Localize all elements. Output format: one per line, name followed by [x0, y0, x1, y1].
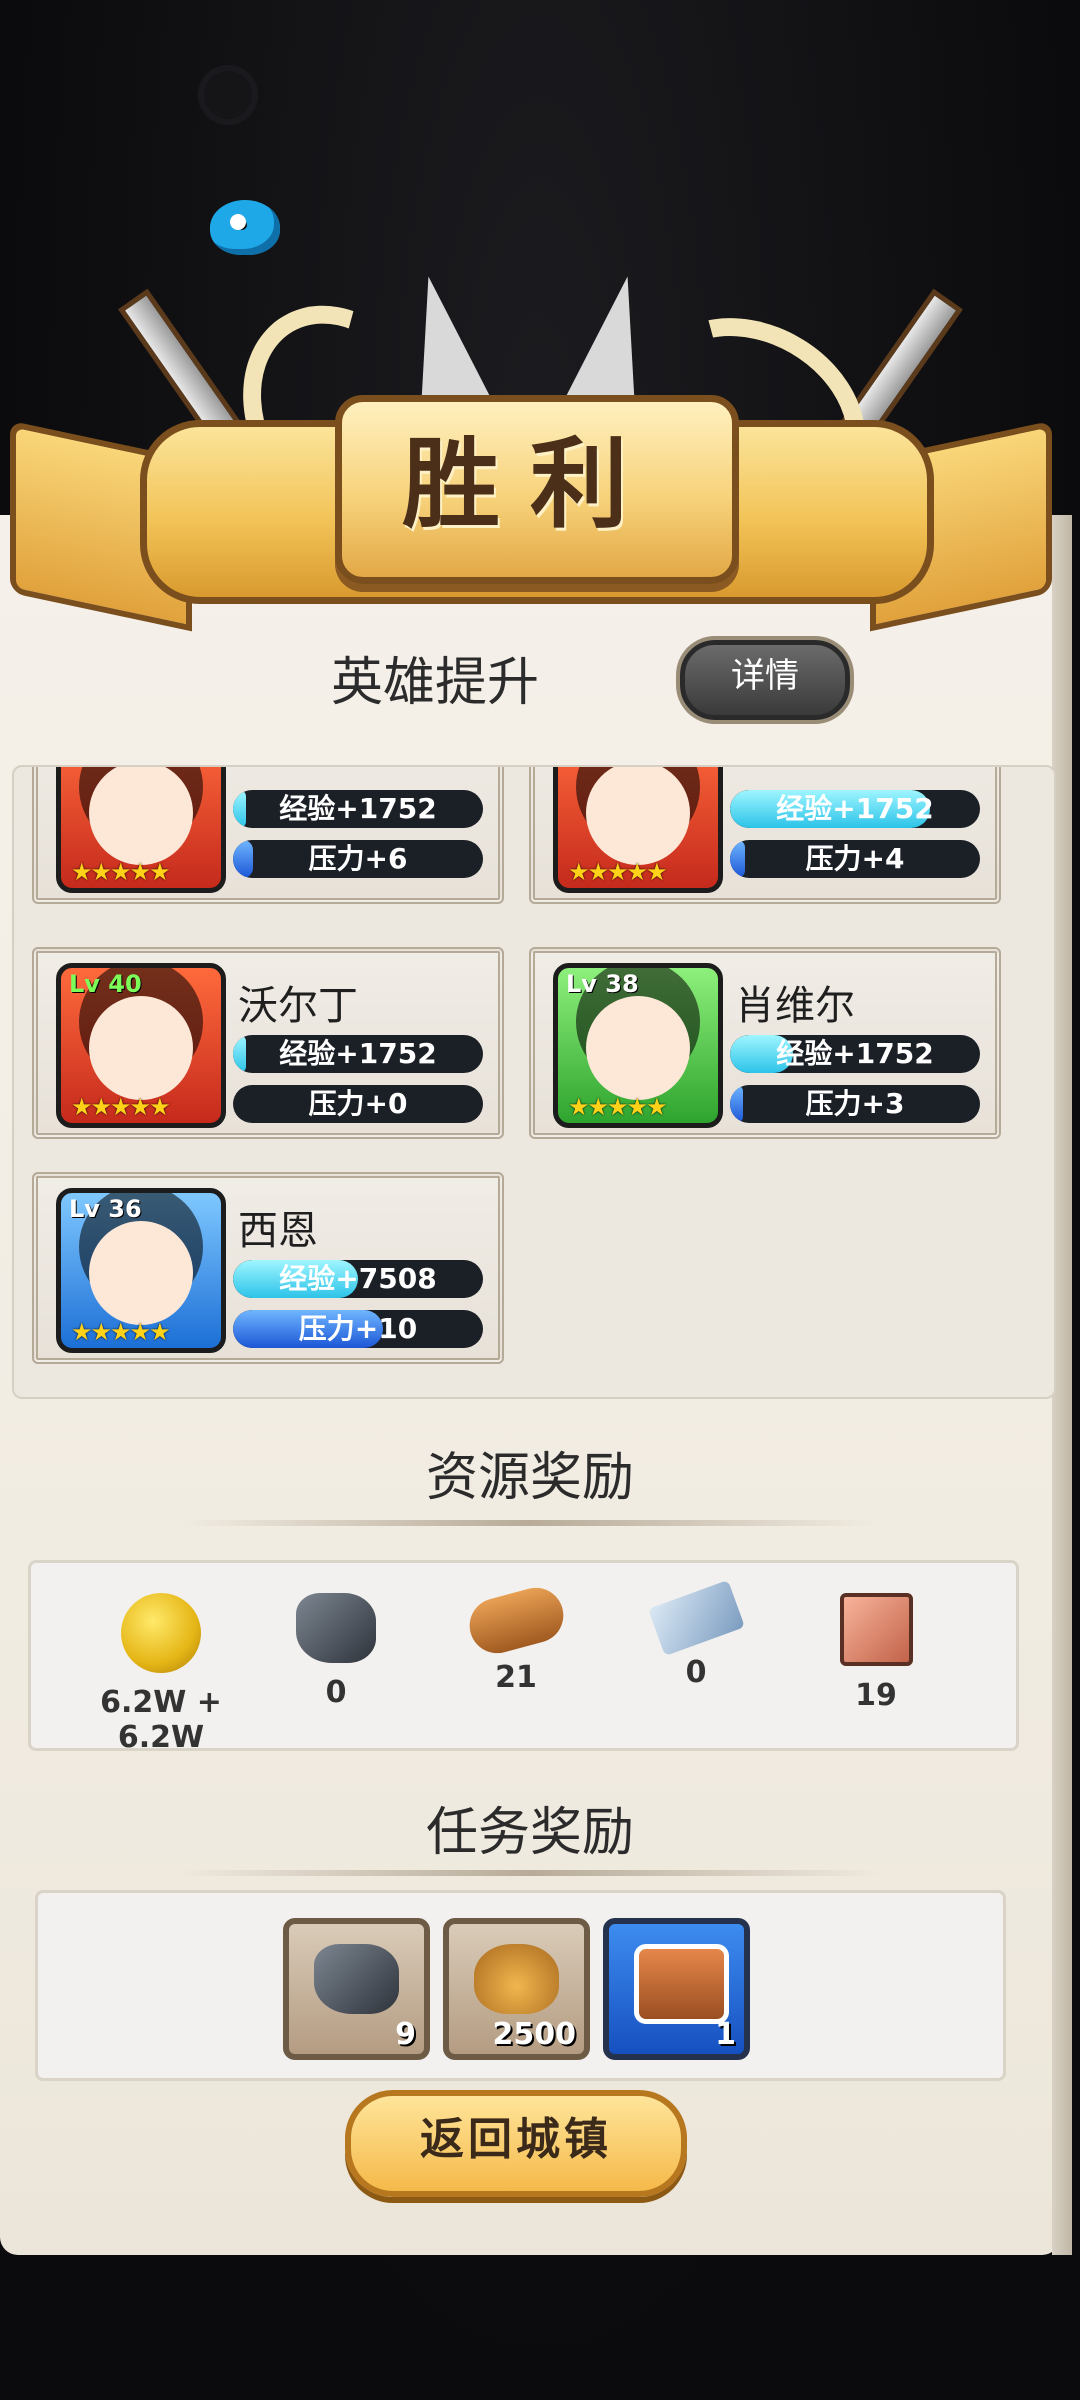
section-divider [180, 1870, 880, 1876]
ore-icon [314, 1944, 399, 2014]
exp-label: 经验+1752 [776, 1037, 934, 1070]
resource-value: 21 [495, 1660, 537, 1695]
hero-face [89, 996, 193, 1100]
resource-value: 0 [685, 1655, 707, 1690]
hero-face [89, 767, 193, 865]
exp-label: 经验+1752 [279, 792, 437, 825]
resource-item: 6.2W + 6.2W [71, 1593, 251, 1755]
reward-slot[interactable]: 9 [283, 1918, 430, 2060]
hero-face [586, 767, 690, 865]
exp-bar: 经验+1752 [233, 1035, 483, 1073]
meat-icon [839, 1593, 913, 1666]
hero-name: 西恩 [238, 1208, 318, 1254]
gold-coin-icon [121, 1593, 201, 1673]
hero-card[interactable]: Lv 38 ★★★★★ 肖维尔 经验+1752 压力+3 [529, 947, 1001, 1139]
hero-level: Lv 40 [69, 970, 142, 998]
pressure-bar: 压力+6 [233, 840, 483, 878]
resource-item: 0 [246, 1593, 426, 1710]
pressure-bar: 压力+0 [233, 1085, 483, 1123]
hero-portrait: ★★★★★ [553, 767, 723, 893]
resource-item: 0 [606, 1579, 786, 1690]
hero-list[interactable]: ★★★★★ 经验+1752 压力+6 ★★★★★ 经验+1752 压力+4 Lv… [12, 765, 1056, 1399]
hero-card[interactable]: Lv 40 ★★★★★ 沃尔丁 经验+1752 压力+0 [32, 947, 504, 1139]
resource-item: 21 [426, 1581, 606, 1695]
pressure-label: 压力+4 [805, 842, 905, 875]
star-rating: ★★★★★ [71, 858, 171, 886]
hero-name: 沃尔丁 [238, 983, 358, 1029]
reward-count: 2500 [492, 2017, 577, 2052]
exp-bar: 经验+1752 [730, 790, 980, 828]
hero-card[interactable]: ★★★★★ 经验+1752 压力+4 [529, 767, 1001, 904]
money-bag-icon [474, 1944, 559, 2014]
hero-card[interactable]: ★★★★★ 经验+1752 压力+6 [32, 767, 504, 904]
treasure-chest-icon [634, 1944, 729, 2024]
star-rating: ★★★★★ [568, 1093, 668, 1121]
hero-portrait: ★★★★★ [56, 767, 226, 893]
resource-item: 19 [786, 1593, 966, 1713]
resource-value: 6.2W + 6.2W [100, 1685, 222, 1755]
reward-count: 9 [395, 2017, 416, 2052]
resource-section-title: 资源奖励 [425, 1448, 634, 1508]
hero-card[interactable]: Lv 36 ★★★★★ 西恩 经验+7508 压力+10 [32, 1172, 504, 1364]
task-rewards: 9 2500 1 [35, 1890, 1006, 2081]
resource-value: 19 [855, 1678, 897, 1713]
pressure-bar: 压力+10 [233, 1310, 483, 1348]
victory-title: 胜利 [401, 428, 658, 542]
exp-label: 经验+1752 [279, 1037, 437, 1070]
pressure-label: 压力+3 [805, 1087, 905, 1120]
hero-face [586, 996, 690, 1100]
star-rating: ★★★★★ [71, 1093, 171, 1121]
detail-button[interactable]: 详情 [680, 640, 850, 720]
pressure-label: 压力+10 [298, 1312, 418, 1345]
wood-log-icon [463, 1581, 569, 1660]
ore-icon [296, 1593, 376, 1663]
resource-rewards: 6.2W + 6.2W 0 21 0 19 [28, 1560, 1019, 1755]
section-divider [180, 1520, 880, 1526]
star-rating: ★★★★★ [71, 1318, 171, 1346]
reward-count: 1 [715, 2017, 736, 2052]
star-rating: ★★★★★ [568, 858, 668, 886]
hero-portrait: Lv 38 ★★★★★ [553, 963, 723, 1128]
pressure-bar: 压力+4 [730, 840, 980, 878]
hero-portrait: Lv 40 ★★★★★ [56, 963, 226, 1128]
pressure-label: 压力+0 [308, 1087, 408, 1120]
reward-slot[interactable]: 1 [603, 1918, 750, 2060]
reward-slot[interactable]: 2500 [443, 1918, 590, 2060]
exp-bar: 经验+7508 [233, 1260, 483, 1298]
task-section-title: 任务奖励 [425, 1803, 634, 1863]
hero-face [89, 1221, 193, 1325]
bird-mascot-icon [210, 200, 280, 255]
pressure-label: 压力+6 [308, 842, 408, 875]
camera-icon [198, 65, 258, 125]
exp-bar: 经验+1752 [233, 790, 483, 828]
cloth-icon [647, 1579, 745, 1657]
hero-level: Lv 36 [69, 1195, 142, 1223]
exp-label: 经验+7508 [279, 1262, 437, 1295]
pressure-bar: 压力+3 [730, 1085, 980, 1123]
exp-label: 经验+1752 [776, 792, 934, 825]
hero-portrait: Lv 36 ★★★★★ [56, 1188, 226, 1353]
exp-bar: 经验+1752 [730, 1035, 980, 1073]
hero-level: Lv 38 [566, 970, 639, 998]
hero-name: 肖维尔 [735, 983, 855, 1029]
return-to-town-button[interactable]: 返回城镇 [345, 2090, 687, 2197]
resource-value: 0 [325, 1675, 347, 1710]
